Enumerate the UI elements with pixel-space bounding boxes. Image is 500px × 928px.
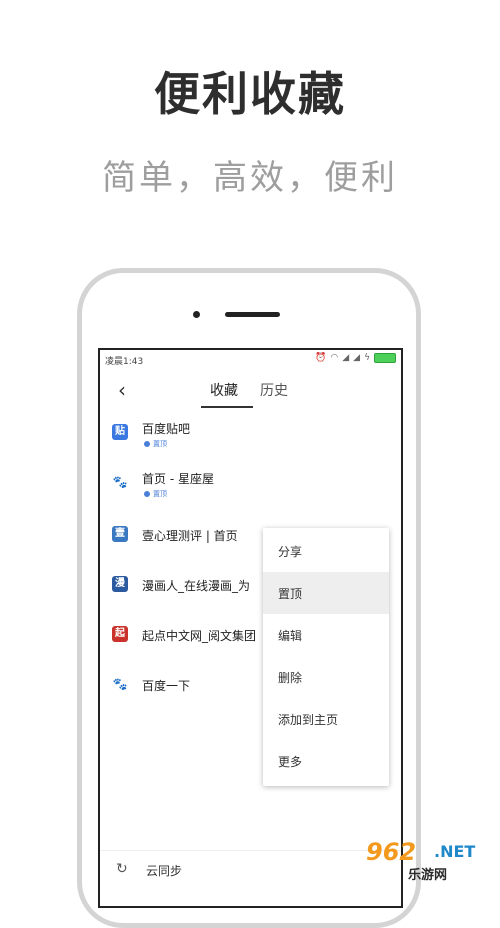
- tab-favorites[interactable]: 收藏: [210, 380, 238, 400]
- charging-icon: ϟ: [364, 353, 370, 363]
- signal-icon: ◢: [342, 353, 350, 363]
- status-bar: 凌晨1:43 ⏰ ◠ ◢ ◢ ϟ: [100, 350, 401, 370]
- top-nav: ‹ 收藏 历史: [100, 372, 401, 410]
- active-tab-indicator: [201, 406, 253, 408]
- sync-icon: ↻: [116, 861, 128, 877]
- front-camera: [193, 311, 200, 318]
- tieba-icon: 贴: [112, 424, 128, 440]
- cloud-sync-bar[interactable]: ↻ 云同步: [100, 850, 401, 891]
- qidian-icon: 起: [112, 626, 128, 642]
- bookmark-title: 漫画人_在线漫画_为: [142, 579, 251, 593]
- menu-label: 分享: [278, 545, 303, 559]
- promo-title: 便利收藏: [154, 67, 346, 121]
- manhuaren-icon: 漫: [112, 576, 128, 592]
- baidu-paw-icon: 🐾: [112, 677, 128, 691]
- bookmark-title: 百度一下: [142, 679, 191, 693]
- menu-label: 更多: [278, 755, 303, 769]
- sync-label: 云同步: [146, 864, 183, 878]
- watermark-name: 乐游网: [408, 868, 448, 883]
- watermark-number: 962: [366, 838, 417, 866]
- bookmark-title: 首页 - 星座屋: [142, 472, 214, 486]
- menu-item-more[interactable]: 更多: [263, 740, 389, 782]
- alarm-icon: ⏰: [315, 353, 327, 363]
- menu-label: 删除: [278, 671, 303, 685]
- menu-item-edit[interactable]: 编辑: [263, 614, 389, 656]
- site-watermark: 962 .NET 乐游网: [366, 838, 494, 883]
- battery-icon: [374, 353, 396, 363]
- bookmark-title: 起点中文网_阅文集团: [142, 629, 257, 643]
- pinned-label: 置顶: [153, 490, 167, 498]
- list-item[interactable]: 贴 百度贴吧 置顶: [100, 416, 401, 456]
- pinned-label: 置顶: [153, 440, 167, 448]
- promo-subtitle: 简单，高效，便利: [102, 158, 398, 198]
- signal-icon: ◢: [353, 353, 361, 363]
- pin-dot-icon: [144, 491, 150, 497]
- menu-item-share[interactable]: 分享: [263, 530, 389, 572]
- status-icons: ⏰ ◠ ◢ ◢ ϟ: [315, 353, 396, 363]
- menu-item-pin[interactable]: 置顶: [263, 572, 389, 614]
- baidu-paw-icon: 🐾: [112, 475, 128, 489]
- menu-label: 编辑: [278, 629, 303, 643]
- wifi-icon: ◠: [330, 353, 339, 363]
- tab-history[interactable]: 历史: [260, 380, 288, 400]
- yixinli-icon: 壹: [112, 526, 128, 542]
- menu-item-delete[interactable]: 删除: [263, 656, 389, 698]
- back-arrow-icon[interactable]: ‹: [118, 378, 126, 402]
- list-item[interactable]: 🐾 首页 - 星座屋 置顶: [100, 466, 401, 506]
- menu-label: 置顶: [278, 587, 303, 601]
- bookmark-title: 百度贴吧: [142, 422, 191, 436]
- watermark-suffix: .NET: [434, 842, 476, 861]
- context-menu: 分享 置顶 编辑 删除 添加到主页 更多: [263, 528, 389, 786]
- status-time: 凌晨1:43: [105, 357, 144, 367]
- earpiece-speaker: [225, 312, 280, 317]
- phone-screen: 凌晨1:43 ⏰ ◠ ◢ ◢ ϟ ‹ 收藏 历史 贴 百度贴吧 置顶 🐾 首页 …: [98, 348, 403, 908]
- pinned-tag: 置顶: [144, 439, 167, 449]
- menu-label: 添加到主页: [278, 713, 339, 727]
- pinned-tag: 置顶: [144, 489, 167, 499]
- pin-dot-icon: [144, 441, 150, 447]
- menu-item-add-to-home[interactable]: 添加到主页: [263, 698, 389, 740]
- bookmark-title: 壹心理测评 | 首页: [142, 529, 238, 543]
